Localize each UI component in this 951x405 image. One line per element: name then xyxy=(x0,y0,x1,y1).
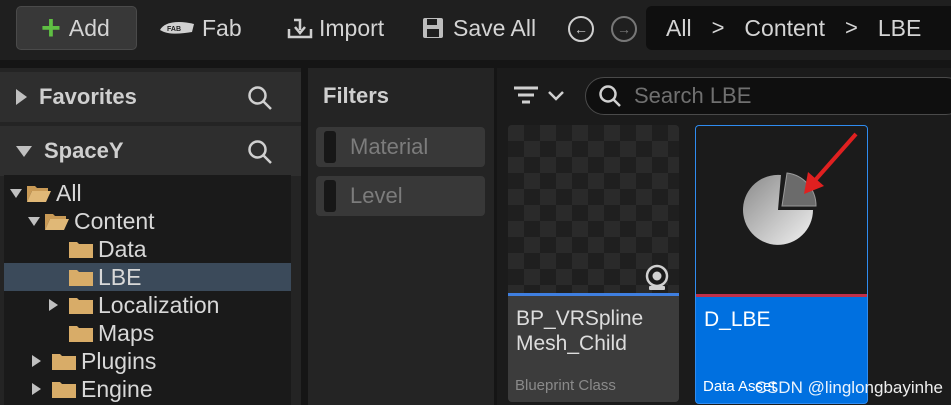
chevron-down-icon xyxy=(548,91,564,101)
arrow-right-icon: → xyxy=(617,21,631,37)
collapse-arrow-icon[interactable] xyxy=(10,188,22,198)
filter-chip-label: Level xyxy=(350,183,403,208)
tree-item-label: Engine xyxy=(81,375,153,402)
save-all-button-label: Save All xyxy=(453,14,537,41)
folder-open-icon xyxy=(45,213,69,230)
expand-arrow-icon[interactable] xyxy=(32,383,41,395)
folder-icon xyxy=(52,381,76,398)
folder-icon xyxy=(69,269,93,286)
camera-icon xyxy=(645,264,669,290)
tree-item-label: Content xyxy=(74,207,155,234)
asset-name-line: Mesh_Child xyxy=(516,332,627,355)
fab-icon: FAB xyxy=(160,22,194,34)
asset-name-line: D_LBE xyxy=(704,308,771,331)
tree-item-all[interactable]: All xyxy=(4,179,291,207)
import-icon xyxy=(287,18,313,39)
folder-icon xyxy=(52,353,76,370)
breadcrumb-item-content[interactable]: Content xyxy=(744,15,825,42)
annotation-arrow-icon xyxy=(804,132,858,194)
tree-item-lbe[interactable]: LBE xyxy=(4,263,291,291)
search-input[interactable]: Search LBE xyxy=(585,77,951,115)
folder-tree: All Content Data LBE Localization Maps P… xyxy=(4,175,291,405)
folder-icon xyxy=(69,325,93,342)
import-button-label: Import xyxy=(319,14,385,41)
collapse-arrow-icon[interactable] xyxy=(28,216,40,226)
plus-icon: + xyxy=(41,9,61,47)
toolbar: + Add FAB Fab Import Save All ← → All > xyxy=(0,0,951,60)
filter-chip-material[interactable]: Material xyxy=(316,127,485,167)
asset-tile-d-lbe[interactable]: D_LBE Data Asset xyxy=(695,125,868,404)
chevron-right-icon[interactable]: > xyxy=(845,15,858,41)
fab-button[interactable]: FAB Fab xyxy=(158,6,242,50)
asset-info: BP_VRSpline Mesh_Child Blueprint Class xyxy=(508,296,679,402)
folder-icon xyxy=(69,297,93,314)
filter-chip-level[interactable]: Level xyxy=(316,176,485,216)
asset-name-line: BP_VRSpline xyxy=(516,307,644,330)
save-all-button[interactable]: Save All xyxy=(421,6,536,50)
favorites-header[interactable]: Favorites xyxy=(0,72,301,122)
tree-item-plugins[interactable]: Plugins xyxy=(4,347,291,375)
search-icon xyxy=(599,85,621,107)
filter-toggle[interactable] xyxy=(324,131,336,163)
expand-arrow-icon[interactable] xyxy=(16,89,27,105)
import-button[interactable]: Import xyxy=(285,6,384,50)
watermark: CSDN @linglongbayinhe xyxy=(754,378,943,397)
search-icon[interactable] xyxy=(247,85,273,111)
tree-item-content[interactable]: Content xyxy=(4,207,291,235)
favorites-label: Favorites xyxy=(39,84,137,109)
tree-item-label: LBE xyxy=(98,263,142,290)
filters-title: Filters xyxy=(323,83,390,108)
project-header[interactable]: SpaceY xyxy=(0,126,301,176)
tree-item-localization[interactable]: Localization xyxy=(4,291,291,319)
tree-item-data[interactable]: Data xyxy=(4,235,291,263)
expand-arrow-icon[interactable] xyxy=(49,299,58,311)
collapse-arrow-icon[interactable] xyxy=(16,145,32,157)
save-icon xyxy=(423,18,443,38)
tree-item-label: Data xyxy=(98,235,147,262)
svg-text:FAB: FAB xyxy=(167,26,181,33)
asset-view: Search LBE BP_VRSpline Mesh_Child Bluepr… xyxy=(497,68,951,405)
expand-arrow-icon[interactable] xyxy=(32,355,41,367)
add-button-label: Add xyxy=(68,14,110,41)
breadcrumb: All > Content > LBE xyxy=(646,6,951,50)
filters-panel: Filters Material Level xyxy=(308,68,494,405)
tree-item-label: Localization xyxy=(98,291,220,318)
search-placeholder: Search LBE xyxy=(634,83,752,108)
search-icon[interactable] xyxy=(247,139,273,165)
asset-name: BP_VRSpline Mesh_Child xyxy=(516,306,643,356)
project-label: SpaceY xyxy=(44,138,124,163)
back-button[interactable]: ← xyxy=(568,16,594,42)
tree-item-label: All xyxy=(56,179,82,206)
tree-item-label: Plugins xyxy=(81,347,157,374)
tree-item-label: Maps xyxy=(98,319,155,346)
forward-button[interactable]: → xyxy=(611,16,637,42)
breadcrumb-item-all[interactable]: All xyxy=(666,15,692,42)
sources-panel: Favorites SpaceY All Content Data LBE Lo… xyxy=(0,68,301,405)
arrow-left-icon: ← xyxy=(574,21,588,37)
asset-name: D_LBE xyxy=(704,307,771,332)
filter-icon xyxy=(514,86,538,104)
folder-icon xyxy=(69,241,93,258)
tree-item-engine[interactable]: Engine xyxy=(4,375,291,403)
breadcrumb-item-lbe[interactable]: LBE xyxy=(878,15,921,42)
filter-chip-label: Material xyxy=(350,134,429,159)
tree-item-maps[interactable]: Maps xyxy=(4,319,291,347)
chevron-right-icon[interactable]: > xyxy=(712,15,725,41)
asset-thumbnail xyxy=(696,126,867,294)
asset-tile-bp-vrspline[interactable]: BP_VRSpline Mesh_Child Blueprint Class xyxy=(508,125,679,402)
asset-type-label: Blueprint Class xyxy=(515,377,616,394)
filter-dropdown-button[interactable] xyxy=(513,84,565,106)
filter-toggle[interactable] xyxy=(324,180,336,212)
folder-open-icon xyxy=(27,185,51,202)
fab-button-label: Fab xyxy=(202,14,242,41)
add-button[interactable]: + Add xyxy=(16,6,137,50)
